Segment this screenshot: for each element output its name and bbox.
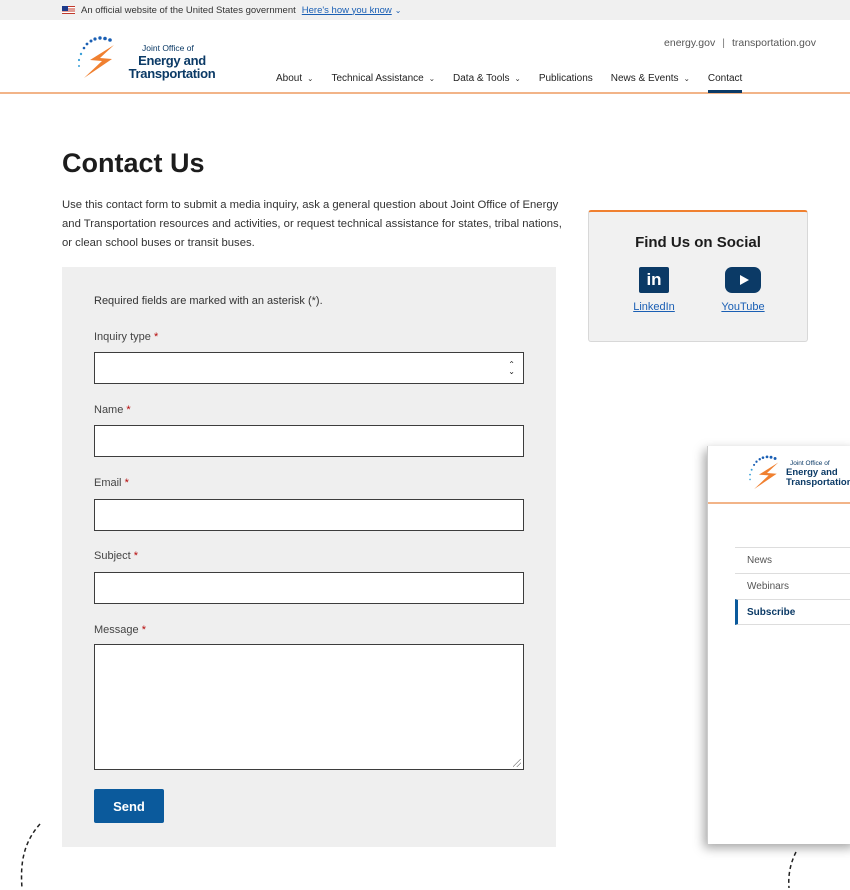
required-note: Required fields are marked with an aster… (94, 295, 323, 307)
preview-header: Joint Office of Energy and Transportatio… (708, 446, 850, 504)
nav-label: News & Events (610, 72, 679, 84)
label-text: Name (94, 404, 124, 416)
email-input[interactable] (94, 499, 524, 531)
preview-menu-item-subscribe[interactable]: Subscribe (735, 599, 850, 625)
linkedin-icon[interactable]: in (639, 267, 669, 293)
contact-form: Required fields are marked with an aster… (62, 267, 556, 847)
preview-menu-item-news[interactable]: News (735, 547, 850, 573)
util-link-energy[interactable]: energy.gov (664, 37, 715, 49)
nav-item-about[interactable]: About ⌄ (276, 68, 313, 88)
play-icon (739, 275, 749, 285)
message-label: Message * (94, 624, 146, 636)
nav-label: Data & Tools (453, 72, 510, 84)
preview-card: Joint Office of Energy and Transportatio… (707, 446, 850, 844)
gov-banner: An official website of the United States… (0, 0, 850, 20)
chevron-down-icon: ⌄ (683, 73, 690, 83)
resize-handle-icon[interactable] (513, 759, 521, 767)
chevron-down-icon: ⌄ (307, 73, 314, 83)
utility-links: energy.gov | transportation.gov (664, 37, 816, 49)
label-text: Subject (94, 550, 131, 562)
site-logo[interactable]: Joint Office of Energy and Transportatio… (74, 32, 224, 84)
nav-item-contact[interactable]: Contact (707, 68, 743, 93)
logo-text-big: Energy and Transportation (122, 54, 222, 80)
preview-menu: News Webinars Subscribe (735, 547, 850, 625)
decorative-dashed-curve (788, 851, 797, 889)
lightning-logo-icon (749, 455, 779, 490)
nav-item-technical-assistance[interactable]: Technical Assistance ⌄ (331, 68, 435, 88)
lightning-logo-icon (77, 36, 114, 78)
logo-line-2: Transportation (128, 66, 216, 81)
main-nav: About ⌄ Technical Assistance ⌄ Data & Tool… (276, 68, 760, 93)
linkedin-link[interactable]: LinkedIn (619, 301, 689, 313)
social-title: Find Us on Social (635, 234, 761, 251)
page-intro: Use this contact form to submit a media … (62, 199, 562, 249)
required-asterisk: * (126, 404, 131, 416)
message-textarea[interactable] (94, 644, 524, 770)
nav-label: Technical Assistance (331, 72, 424, 84)
decorative-dashed-curve (20, 823, 41, 889)
name-input[interactable] (94, 425, 524, 457)
preview-logo-big: Energy and Transportation (786, 468, 850, 488)
preview-logo-line-2: Transportation (786, 477, 850, 488)
send-button[interactable]: Send (94, 789, 164, 823)
social-item-linkedin[interactable]: in LinkedIn (619, 267, 689, 313)
chevron-down-icon[interactable]: ⌄ (395, 6, 402, 15)
select-arrows-icon: ⌃ ⌄ (508, 360, 515, 376)
label-text: Email (94, 477, 122, 489)
nav-item-data-tools[interactable]: Data & Tools ⌄ (453, 68, 521, 88)
inquiry-type-select[interactable]: ⌃ ⌄ (94, 352, 524, 384)
nav-label: Publications (538, 72, 593, 84)
util-link-transportation[interactable]: transportation.gov (732, 37, 816, 49)
name-label: Name * (94, 404, 131, 416)
nav-label: About (276, 72, 303, 84)
gov-banner-link[interactable]: Here's how you know (302, 5, 392, 16)
required-asterisk: * (133, 550, 139, 562)
util-separator: | (722, 37, 725, 49)
subject-label: Subject * (94, 550, 138, 562)
required-asterisk: * (124, 477, 129, 489)
nav-item-publications[interactable]: Publications (539, 68, 593, 88)
social-item-youtube[interactable]: YouTube (708, 267, 778, 313)
social-card: Find Us on Social in LinkedIn YouTube (588, 210, 808, 342)
email-label: Email * (94, 477, 129, 489)
inquiry-type-label: Inquiry type * (94, 331, 158, 343)
preview-logo-small: Joint Office of (790, 460, 830, 467)
label-text: Inquiry type (94, 331, 151, 343)
site-header: Joint Office of Energy and Transportatio… (0, 20, 850, 94)
nav-item-news-events[interactable]: News & Events ⌄ (611, 68, 690, 88)
subject-input[interactable] (94, 572, 524, 604)
chevron-down-icon: ⌄ (514, 73, 521, 83)
required-asterisk: * (153, 331, 159, 343)
youtube-icon[interactable] (725, 267, 761, 293)
label-text: Message (94, 624, 139, 636)
page-title: Contact Us (62, 148, 205, 178)
required-asterisk: * (141, 624, 146, 636)
us-flag-icon (62, 6, 75, 14)
chevron-down-icon: ⌄ (428, 73, 436, 83)
nav-label: Contact (707, 72, 743, 84)
gov-banner-text: An official website of the United States… (81, 4, 296, 16)
youtube-link[interactable]: YouTube (708, 301, 778, 313)
preview-menu-item-webinars[interactable]: Webinars (735, 573, 850, 599)
logo-text-small: Joint Office of (142, 43, 194, 53)
